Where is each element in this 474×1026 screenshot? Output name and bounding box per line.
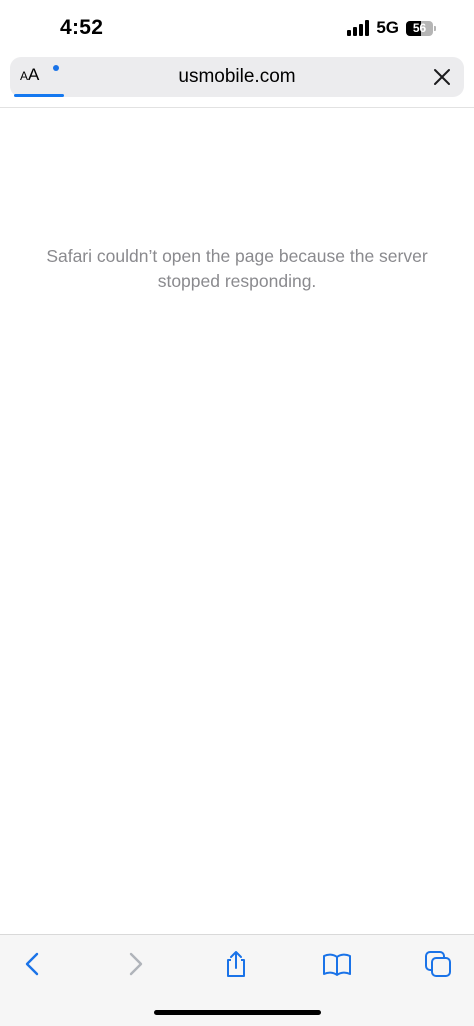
share-icon [227, 951, 245, 977]
address-bar-divider [0, 107, 474, 108]
url-text[interactable]: usmobile.com [10, 66, 464, 88]
forward-button[interactable] [120, 949, 150, 979]
status-bar: 4:52 5G 56 [0, 0, 474, 56]
close-icon [434, 69, 450, 85]
bookmarks-button[interactable] [322, 949, 352, 979]
error-message: Safari couldn’t open the page because th… [46, 246, 428, 291]
back-icon [25, 952, 39, 976]
load-progress-bar [14, 94, 64, 97]
back-button[interactable] [18, 949, 48, 979]
status-indicators: 5G 56 [347, 18, 436, 38]
bookmarks-icon [323, 953, 351, 976]
battery-level: 56 [412, 20, 427, 35]
network-type: 5G [376, 18, 399, 37]
home-indicator [154, 1010, 321, 1015]
address-bar[interactable]: AA usmobile.com [10, 57, 464, 97]
status-time: 4:52 [60, 16, 104, 39]
share-button[interactable] [221, 949, 251, 979]
forward-icon [129, 952, 143, 976]
tabs-button[interactable] [423, 949, 453, 979]
cellular-signal-icon [347, 20, 370, 36]
tabs-icon [425, 951, 451, 977]
battery-icon: 56 [406, 20, 436, 36]
stop-loading-button[interactable] [430, 65, 454, 89]
